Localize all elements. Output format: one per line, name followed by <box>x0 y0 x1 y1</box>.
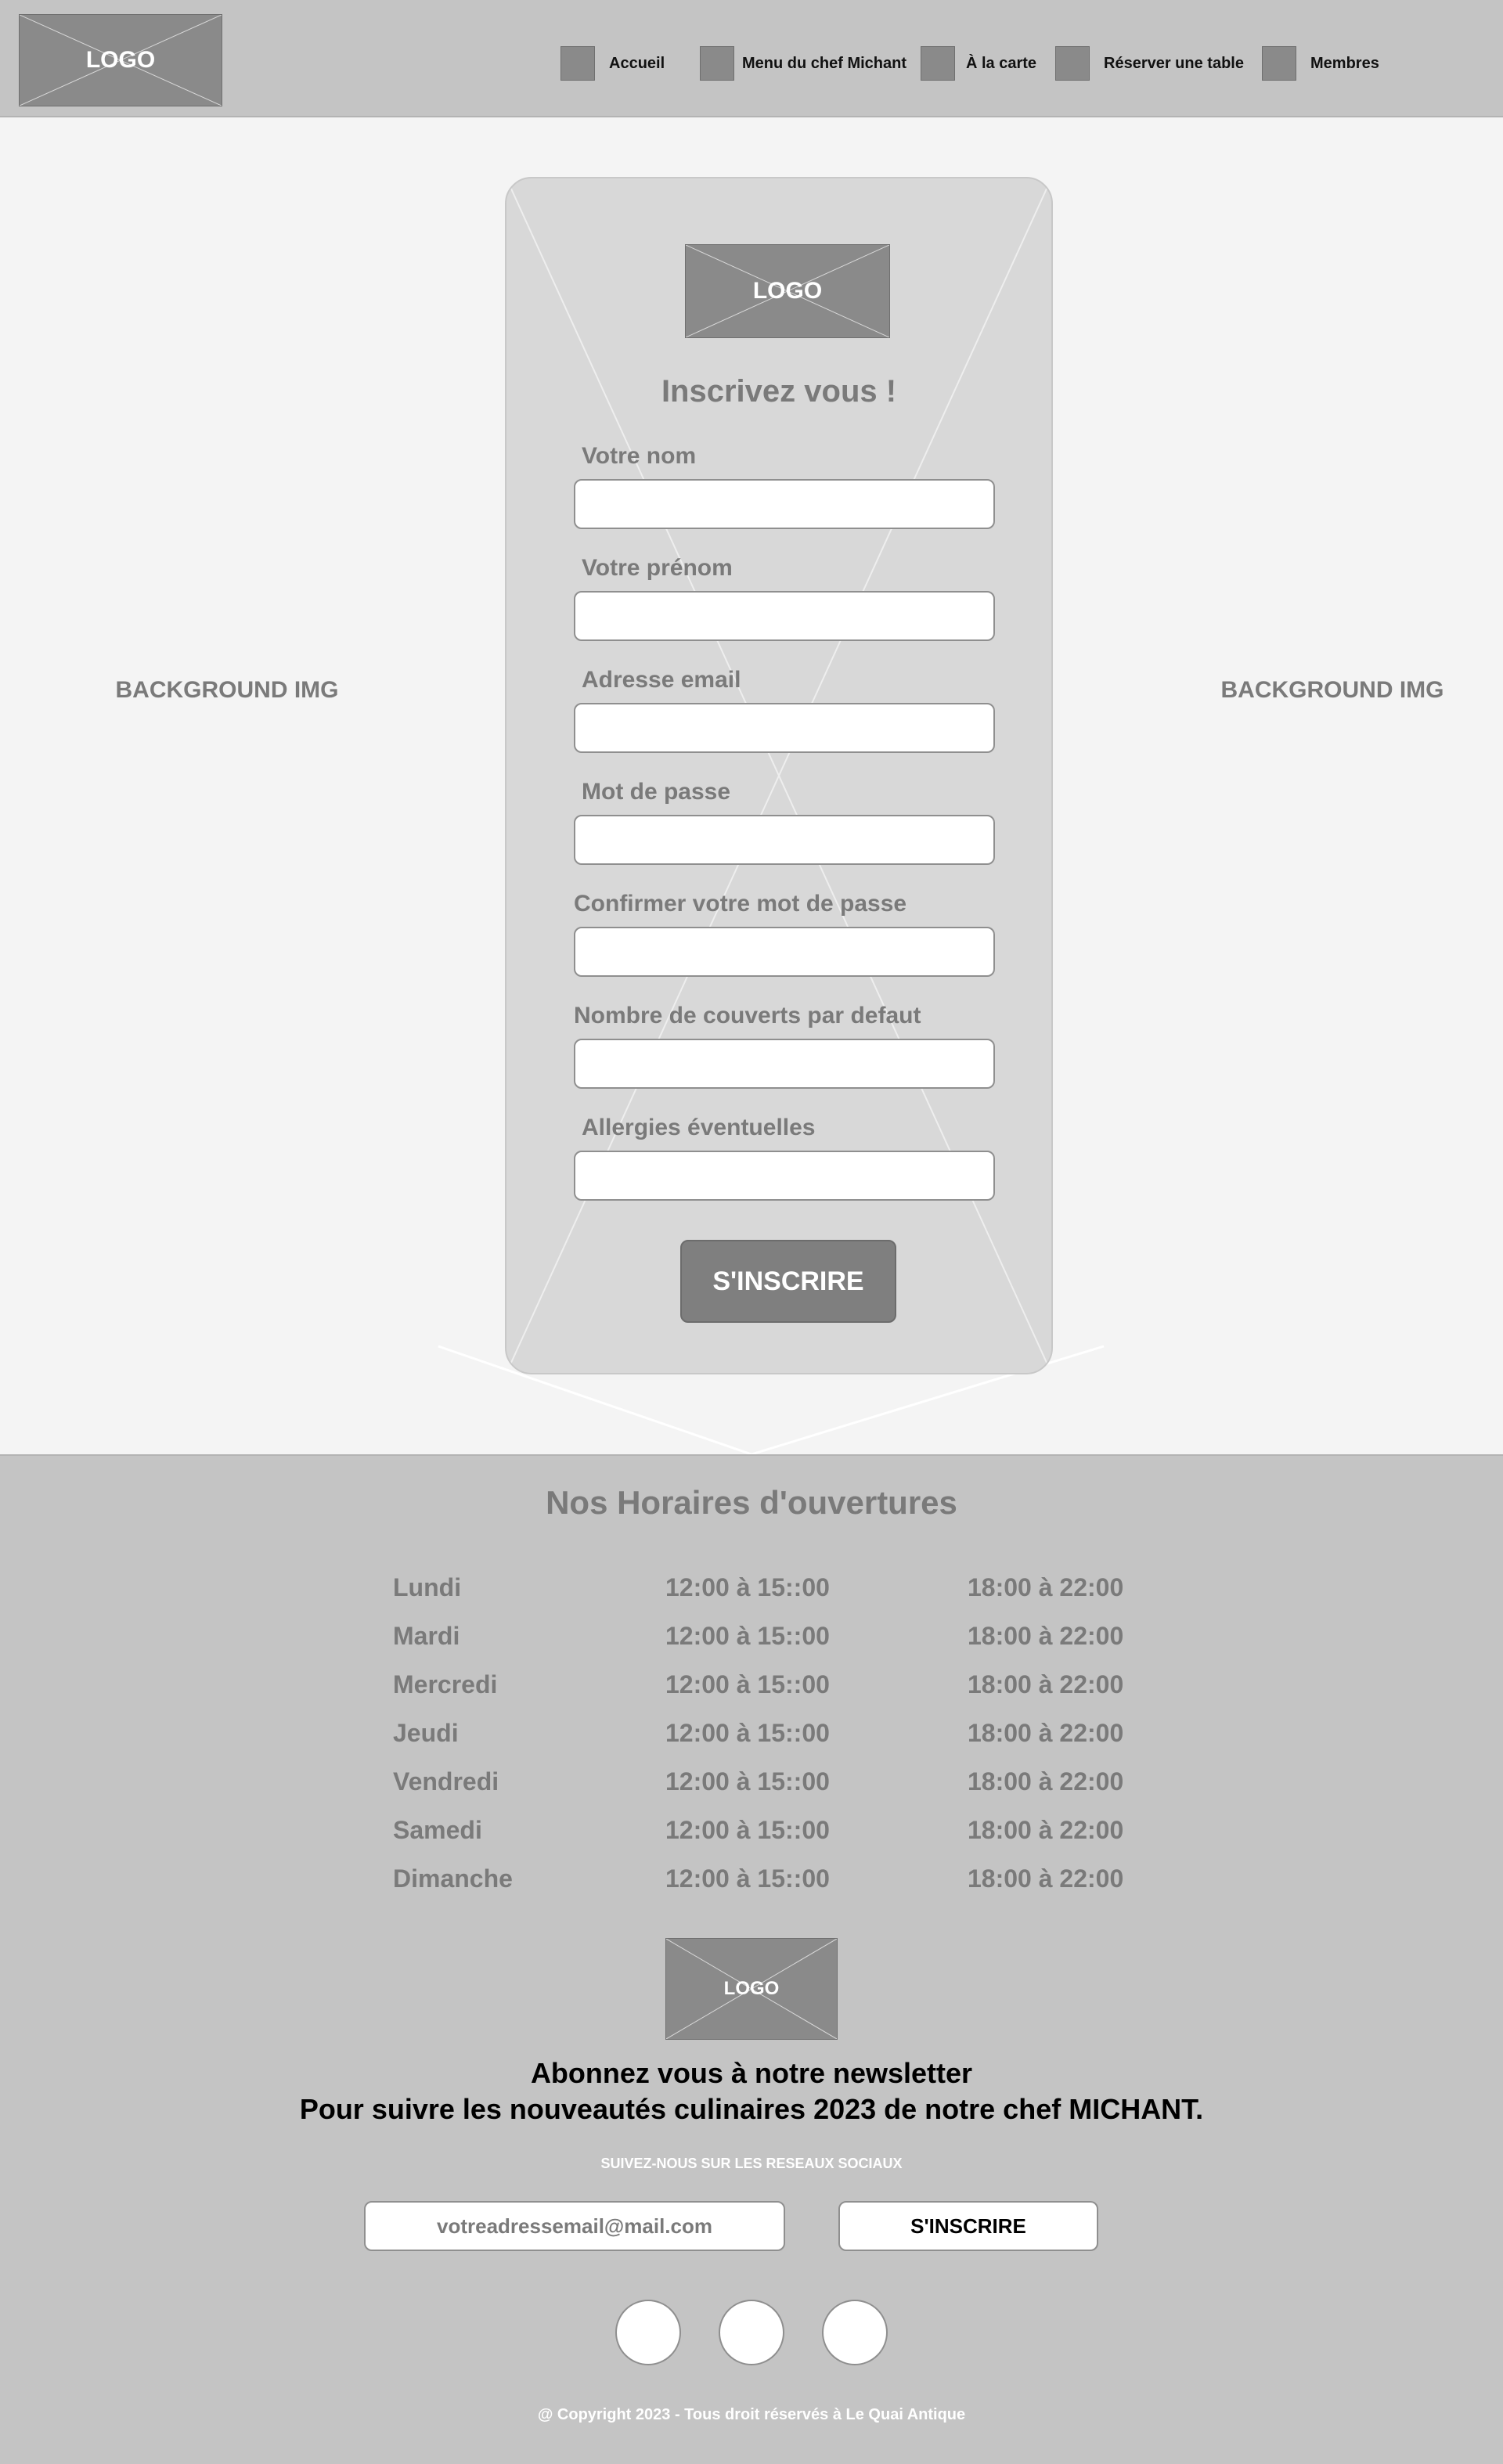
hours-row: Samedi 12:00 à 15::00 18:00 à 22:00 <box>0 1816 1503 1847</box>
hours-day: Lundi <box>393 1573 462 1601</box>
field-label-nom: Votre nom <box>582 443 697 469</box>
hours-dinner: 18:00 à 22:00 <box>968 1767 1124 1796</box>
social-icon-1[interactable] <box>615 2300 681 2365</box>
newsletter-subscribe-button[interactable]: S'INSCRIRE <box>838 2201 1098 2251</box>
hero-section: BACKGROUND IMG BACKGROUND IMG LOGO Inscr… <box>0 117 1503 1454</box>
field-label-password: Mot de passe <box>582 779 731 805</box>
nav-item-membres[interactable]: Membres <box>1262 45 1379 81</box>
hours-dinner: 18:00 à 22:00 <box>968 1864 1124 1893</box>
logo-text: LOGO <box>723 1978 780 1999</box>
password-input[interactable] <box>574 815 995 865</box>
newsletter-title: Abonnez vous à notre newsletter <box>530 2057 973 2089</box>
nav-item-a-la-carte[interactable]: À la carte <box>921 45 1036 81</box>
hours-lunch: 12:00 à 15::00 <box>665 1719 830 1747</box>
nav-label: Accueil <box>609 54 665 72</box>
site-footer: Nos Horaires d'ouvertures Lundi 12:00 à … <box>0 1454 1503 2464</box>
hours-day: Jeudi <box>393 1719 459 1747</box>
form-logo: LOGO <box>685 244 890 338</box>
hours-day: Samedi <box>393 1816 482 1844</box>
hours-dinner: 18:00 à 22:00 <box>968 1816 1124 1844</box>
nav-icon <box>1055 46 1090 81</box>
nav-item-accueil[interactable]: Accueil <box>560 45 665 81</box>
hours-row: Vendredi 12:00 à 15::00 18:00 à 22:00 <box>0 1767 1503 1799</box>
nom-input[interactable] <box>574 479 995 529</box>
hours-dinner: 18:00 à 22:00 <box>968 1622 1124 1650</box>
hours-row: Jeudi 12:00 à 15::00 18:00 à 22:00 <box>0 1719 1503 1750</box>
field-label-confirm-password: Confirmer votre mot de passe <box>574 891 907 917</box>
hours-day: Mardi <box>393 1622 460 1650</box>
hours-day: Dimanche <box>393 1864 513 1893</box>
confirm-password-input[interactable] <box>574 927 995 977</box>
background-image-label-left: BACKGROUND IMG <box>115 677 339 703</box>
hours-lunch: 12:00 à 15::00 <box>665 1622 830 1650</box>
hours-dinner: 18:00 à 22:00 <box>968 1573 1124 1601</box>
hours-row: Mardi 12:00 à 15::00 18:00 à 22:00 <box>0 1622 1503 1653</box>
hours-row: Lundi 12:00 à 15::00 18:00 à 22:00 <box>0 1573 1503 1605</box>
site-header: LOGO Accueil Menu du chef Michant À la c… <box>0 0 1503 117</box>
newsletter-email-input[interactable] <box>364 2201 785 2251</box>
background-image-label-right: BACKGROUND IMG <box>1220 677 1444 703</box>
hours-row: Dimanche 12:00 à 15::00 18:00 à 22:00 <box>0 1864 1503 1896</box>
hours-day: Vendredi <box>393 1767 499 1796</box>
copyright-text: @ Copyright 2023 - Tous droit réservés à… <box>537 2406 966 2423</box>
field-label-couverts: Nombre de couverts par defaut <box>574 1003 921 1028</box>
logo-text: LOGO <box>752 278 823 304</box>
hours-title: Nos Horaires d'ouvertures <box>546 1484 957 1521</box>
logo-text: LOGO <box>85 47 156 73</box>
header-logo[interactable]: LOGO <box>19 14 222 106</box>
signup-submit-button[interactable]: S'INSCRIRE <box>680 1240 896 1323</box>
hours-row: Mercredi 12:00 à 15::00 18:00 à 22:00 <box>0 1670 1503 1702</box>
nav-label: À la carte <box>966 54 1037 72</box>
allergies-input[interactable] <box>574 1151 995 1201</box>
field-label-prenom: Votre prénom <box>582 555 733 581</box>
nav-label: Menu du chef Michant <box>742 54 906 72</box>
footer-logo: LOGO <box>665 1938 838 2040</box>
nav-icon <box>1262 46 1296 81</box>
social-caption: SUIVEZ-NOUS SUR LES RESEAUX SOCIAUX <box>600 2156 903 2171</box>
prenom-input[interactable] <box>574 591 995 641</box>
hours-lunch: 12:00 à 15::00 <box>665 1670 830 1699</box>
nav-icon <box>560 46 595 81</box>
field-label-allergies: Allergies éventuelles <box>582 1115 816 1140</box>
signup-card: LOGO Inscrivez vous ! Votre nom Votre pr… <box>505 177 1053 1374</box>
social-icon-2[interactable] <box>719 2300 784 2365</box>
nav-label: Réserver une table <box>1104 54 1244 72</box>
nav-item-menu-chef[interactable]: Menu du chef Michant <box>700 45 906 81</box>
nav-label: Membres <box>1310 54 1379 72</box>
nav-item-reserver[interactable]: Réserver une table <box>1055 45 1244 81</box>
social-icon-3[interactable] <box>822 2300 888 2365</box>
form-title: Inscrivez vous ! <box>661 374 897 409</box>
hours-lunch: 12:00 à 15::00 <box>665 1573 830 1601</box>
hours-lunch: 12:00 à 15::00 <box>665 1767 830 1796</box>
nav-icon <box>921 46 955 81</box>
couverts-input[interactable] <box>574 1039 995 1089</box>
hours-lunch: 12:00 à 15::00 <box>665 1816 830 1844</box>
hours-lunch: 12:00 à 15::00 <box>665 1864 830 1893</box>
hours-dinner: 18:00 à 22:00 <box>968 1670 1124 1699</box>
newsletter-subtitle: Pour suivre les nouveautés culinaires 20… <box>299 2093 1204 2125</box>
email-input[interactable] <box>574 703 995 753</box>
field-label-email: Adresse email <box>582 667 741 693</box>
nav-icon <box>700 46 734 81</box>
hours-dinner: 18:00 à 22:00 <box>968 1719 1124 1747</box>
hours-day: Mercredi <box>393 1670 498 1699</box>
